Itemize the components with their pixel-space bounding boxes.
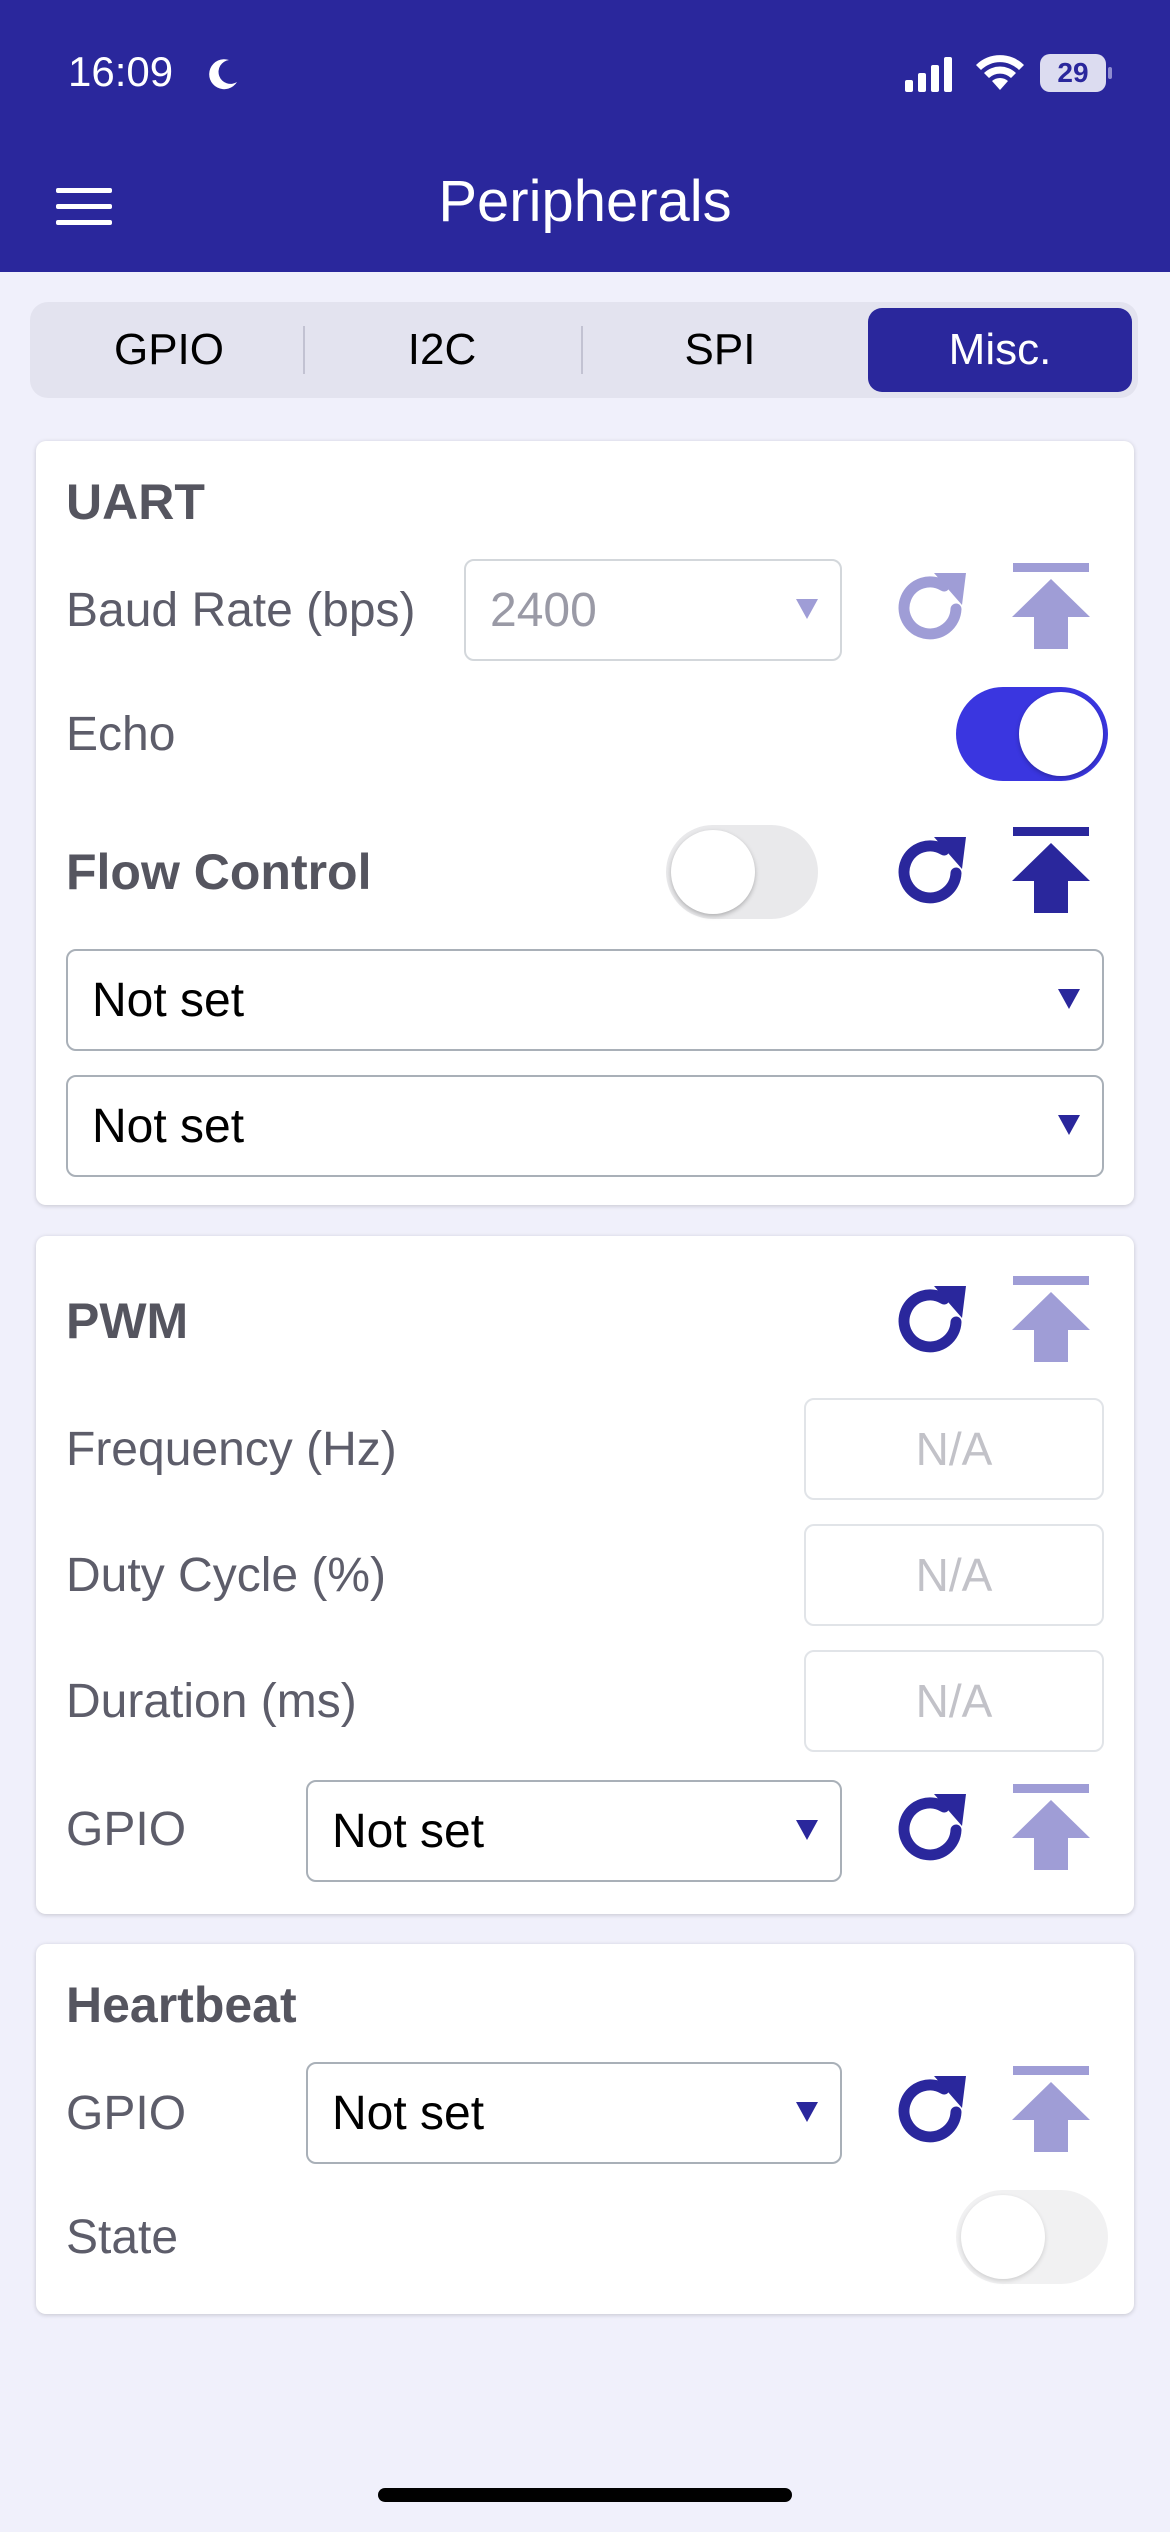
duration-label: Duration (ms) xyxy=(66,1675,357,1728)
flow-pin-select-1[interactable]: Not set xyxy=(66,949,1104,1051)
flow-control-toggle[interactable] xyxy=(666,825,818,919)
frequency-input[interactable]: N/A xyxy=(804,1398,1104,1500)
baud-rate-select[interactable]: 2400 xyxy=(464,559,842,661)
flow-refresh-icon[interactable] xyxy=(886,825,976,921)
pwm-upload-icon[interactable] xyxy=(1006,1274,1096,1370)
tab-spi[interactable]: SPI xyxy=(583,308,857,392)
baud-rate-value: 2400 xyxy=(490,583,597,637)
peripheral-tabs: GPIO I2C SPI Misc. xyxy=(30,302,1138,398)
echo-toggle[interactable] xyxy=(956,687,1108,781)
pwm-title: PWM xyxy=(66,1293,189,1349)
baud-refresh-icon[interactable] xyxy=(886,561,976,657)
moon-icon xyxy=(209,59,237,90)
duration-input[interactable]: N/A xyxy=(804,1650,1104,1752)
cellular-signal-icon xyxy=(905,57,952,92)
uart-title: UART xyxy=(66,474,205,530)
flow-pin-select-2[interactable]: Not set xyxy=(66,1075,1104,1177)
pwm-gpio-select[interactable]: Not set xyxy=(306,1780,842,1882)
wifi-icon xyxy=(976,55,1024,90)
chevron-down-icon xyxy=(796,2102,818,2122)
status-time: 16:09 xyxy=(68,48,174,95)
tab-i2c[interactable]: I2C xyxy=(305,308,579,392)
pwm-gpio-value: Not set xyxy=(332,1804,485,1858)
tab-gpio[interactable]: GPIO xyxy=(36,308,302,392)
heartbeat-gpio-label: GPIO xyxy=(66,2087,187,2140)
duty-cycle-label: Duty Cycle (%) xyxy=(66,1549,387,1602)
battery-level: 29 xyxy=(1040,54,1106,92)
chevron-down-icon xyxy=(1058,1115,1080,1135)
flow-upload-icon[interactable] xyxy=(1006,825,1096,921)
pwm-gpio-refresh-icon[interactable] xyxy=(886,1782,976,1878)
chevron-down-icon xyxy=(796,1820,818,1840)
heartbeat-refresh-icon[interactable] xyxy=(886,2064,976,2160)
flow-pin-value-2: Not set xyxy=(92,1099,245,1153)
baud-rate-label: Baud Rate (bps) xyxy=(66,584,416,637)
chevron-down-icon xyxy=(796,599,818,619)
heartbeat-card: Heartbeat GPIO Not set State xyxy=(36,1944,1134,2314)
app-header: 16:09 29 Peripherals xyxy=(0,0,1170,272)
duty-cycle-input[interactable]: N/A xyxy=(804,1524,1104,1626)
echo-label: Echo xyxy=(66,708,176,761)
state-toggle[interactable] xyxy=(956,2190,1108,2284)
heartbeat-gpio-value: Not set xyxy=(332,2086,485,2140)
heartbeat-upload-icon[interactable] xyxy=(1006,2064,1096,2160)
pwm-card: PWM Frequency (Hz) N/A Duty Cycle (%) N/… xyxy=(36,1236,1134,1914)
frequency-label: Frequency (Hz) xyxy=(66,1423,397,1476)
pwm-refresh-icon[interactable] xyxy=(886,1274,976,1370)
chevron-down-icon xyxy=(1058,989,1080,1009)
tab-misc[interactable]: Misc. xyxy=(868,308,1132,392)
state-label: State xyxy=(66,2211,179,2264)
pwm-gpio-upload-icon[interactable] xyxy=(1006,1782,1096,1878)
flow-control-label: Flow Control xyxy=(66,844,372,900)
flow-pin-value-1: Not set xyxy=(92,973,245,1027)
page-title: Peripherals xyxy=(438,169,732,234)
uart-card: UART Baud Rate (bps) 2400 Echo Flow Cont… xyxy=(36,441,1134,1205)
pwm-gpio-label: GPIO xyxy=(66,1803,187,1856)
home-indicator[interactable] xyxy=(378,2488,792,2502)
heartbeat-title: Heartbeat xyxy=(66,1977,297,2033)
baud-upload-icon[interactable] xyxy=(1006,561,1096,657)
battery-icon: 29 xyxy=(1040,54,1112,92)
heartbeat-gpio-select[interactable]: Not set xyxy=(306,2062,842,2164)
